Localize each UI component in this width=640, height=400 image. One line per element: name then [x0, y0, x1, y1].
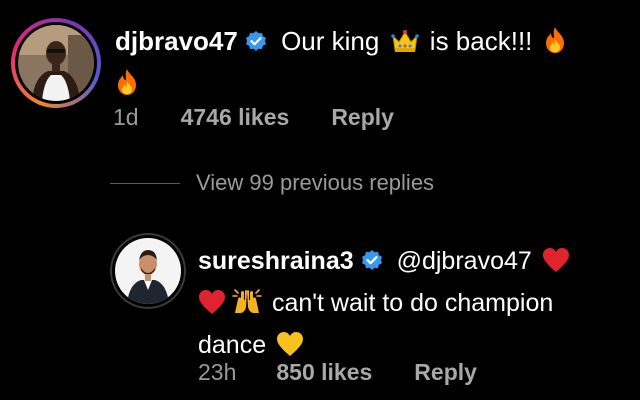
reply-timestamp: 23h [198, 359, 237, 385]
verified-badge-icon [244, 26, 268, 64]
fire-emoji-icon [543, 26, 567, 64]
profile-photo [18, 25, 94, 101]
reply-meta: 23h 850 likes Reply [198, 359, 477, 386]
comment-likes[interactable]: 4746 likes [181, 104, 290, 131]
red-heart-emoji-icon [542, 246, 570, 284]
fire-emoji-icon [115, 68, 139, 106]
profile-photo [115, 238, 181, 304]
avatar-djbravo47[interactable] [11, 18, 101, 108]
reply-username[interactable]: sureshraina3 [198, 247, 354, 275]
comment-thread: djbravo47 Our king is back!!! 1d 4746 li… [0, 0, 640, 400]
reply-mention-link[interactable]: @djbravo47 [397, 247, 532, 275]
comment-meta: 1d 4746 likes Reply [113, 104, 394, 131]
comment-username[interactable]: djbravo47 [115, 26, 238, 56]
raising-hands-emoji-icon [232, 287, 262, 326]
reply-text-main: can't wait to do champion [271, 289, 554, 317]
comment-timestamp: 1d [113, 104, 139, 130]
red-heart-emoji-icon [198, 288, 226, 326]
view-replies-label: View 99 previous replies [196, 170, 435, 195]
comment-text-after: is back!!! [429, 26, 533, 56]
replies-divider [110, 182, 180, 184]
comment-reply-button[interactable]: Reply [331, 104, 394, 131]
reply-body: sureshraina3 @djbravo47 can't wait to do… [198, 242, 618, 368]
crown-emoji-icon [390, 26, 420, 64]
reply-likes[interactable]: 850 likes [276, 359, 372, 386]
reply-text-end: dance [198, 331, 267, 359]
avatar-sureshraina3[interactable] [110, 233, 186, 309]
reply-reply-button[interactable]: Reply [414, 359, 477, 386]
comment-body: djbravo47 Our king is back!!! [115, 22, 615, 106]
view-previous-replies-button[interactable]: View 99 previous replies [110, 170, 434, 196]
verified-badge-icon [360, 246, 384, 284]
comment-text-before: Our king [281, 26, 380, 56]
